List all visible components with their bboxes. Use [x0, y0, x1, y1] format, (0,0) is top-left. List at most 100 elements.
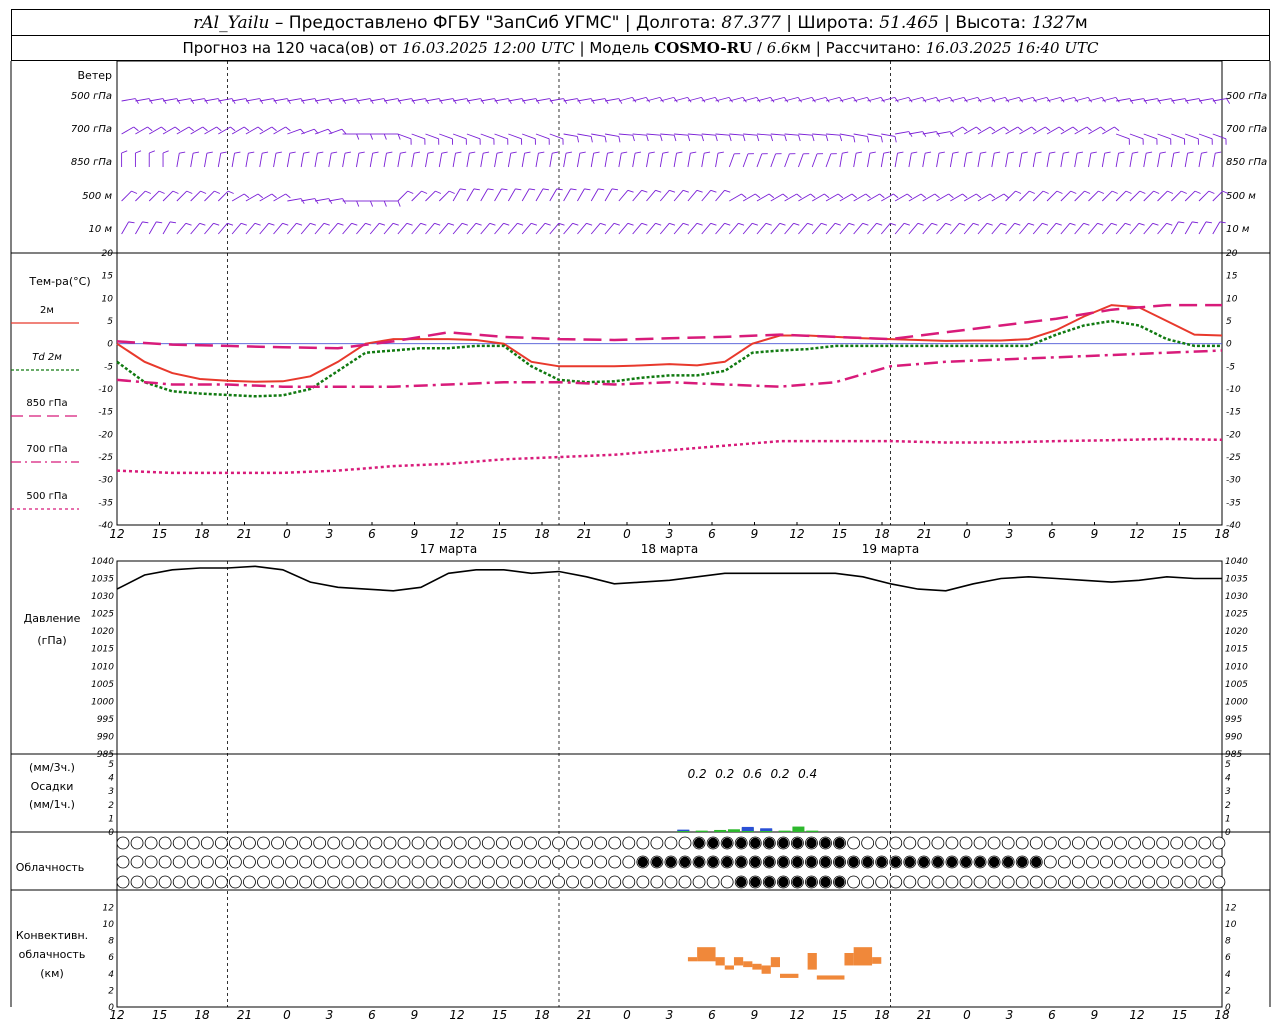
cloud-fill: [890, 856, 901, 868]
wind-barb-feather: [989, 126, 996, 132]
cloud-symbol: [495, 875, 509, 889]
cloud-symbol: [833, 855, 846, 869]
wind-barb: [190, 151, 200, 168]
wind-barb-shaft: [756, 96, 771, 102]
wind-barb: [1018, 151, 1028, 168]
wind-barb-shaft: [1116, 98, 1130, 102]
cloud-circle: [973, 836, 987, 850]
wind-barb: [867, 133, 883, 143]
wind-barb-shaft: [784, 193, 797, 202]
precip-bar-rain: [714, 829, 727, 832]
wind-barb-shaft: [687, 189, 698, 202]
wind-barb-shaft: [231, 153, 235, 168]
wind-barb-shaft: [273, 126, 286, 135]
wind-barb-shaft: [798, 96, 813, 102]
wind-barb: [701, 133, 718, 142]
hour-label-mid: 15: [832, 527, 847, 541]
cloud-circle: [1057, 836, 1071, 850]
wind-barb-shaft: [1157, 222, 1167, 235]
wind-barb-shaft: [314, 153, 318, 168]
wind-barb-feather: [356, 133, 360, 140]
wind-barb: [867, 151, 876, 168]
wind-barb-feather: [1035, 151, 1042, 154]
hour-label-bottom: 3: [666, 1008, 674, 1022]
wind-barb-feather: [400, 151, 407, 154]
cloud-circle: [608, 855, 622, 869]
wind-barb-feather: [717, 151, 724, 154]
cloud-circle: [1128, 875, 1141, 889]
wind-barb-feather: [131, 190, 138, 194]
wind-barb: [521, 222, 537, 235]
wind-barb-feather: [682, 222, 689, 226]
wind-barb-feather: [879, 193, 885, 199]
wind-barb-shaft: [1060, 126, 1074, 135]
wind-barb-shaft: [894, 153, 898, 168]
cloud-symbol: [931, 855, 945, 869]
wind-barb-shaft: [1212, 153, 1216, 168]
cloud-symbol: [1142, 855, 1156, 869]
wind-barb: [590, 222, 607, 235]
wind-barb-shaft: [383, 153, 387, 168]
cloud-circle: [313, 855, 327, 869]
wind-barb: [1060, 190, 1077, 202]
cloud-circle: [1086, 836, 1099, 850]
wind-barb-feather: [704, 151, 711, 154]
wind-barb-feather: [696, 222, 703, 226]
wind-barb-shaft: [770, 96, 785, 102]
pres-ytick-left: 995: [97, 715, 114, 725]
cloud-symbol: [931, 836, 945, 850]
day-label: 19 марта: [862, 542, 919, 556]
wind-barb-feather: [243, 193, 250, 199]
wind-barb-shaft: [770, 193, 784, 202]
wind-barb: [466, 222, 482, 235]
wind-barb-feather: [662, 151, 669, 154]
cloud-circle: [355, 836, 369, 850]
wind-barb: [425, 133, 440, 145]
wind-barb-shaft: [480, 222, 491, 235]
cloud-symbol: [1057, 875, 1071, 889]
cloud-symbol: [172, 855, 186, 869]
wind-barb: [784, 222, 800, 235]
wind-barb-shaft: [1060, 190, 1072, 202]
wind-barb-shaft: [1143, 222, 1154, 235]
cloud-circle: [1142, 836, 1156, 850]
cloud-circle: [257, 855, 270, 869]
wind-barb-feather: [798, 135, 801, 142]
wind-barb-shaft: [826, 133, 841, 136]
wind-barb: [1115, 151, 1125, 168]
cloud-circle: [327, 855, 341, 869]
wind-barb-shaft: [950, 96, 964, 102]
cloud-symbol: [130, 875, 144, 889]
wind-barb-shaft: [259, 222, 270, 235]
wind-barb-shaft: [549, 222, 560, 235]
wind-barb-shaft: [1088, 222, 1098, 235]
cloud-fill: [750, 856, 761, 868]
wind-barb-shaft: [742, 153, 749, 168]
wind-barb-feather: [1152, 222, 1159, 226]
wind-barb: [853, 133, 870, 143]
temp-ytick-right: 10: [1226, 294, 1238, 304]
cloud-circle: [299, 875, 313, 889]
cloud-symbol: [228, 855, 242, 869]
cloud-symbol: [973, 836, 987, 850]
pres-ytick-left: 990: [97, 732, 114, 742]
hour-label-bottom: 12: [789, 1008, 804, 1022]
wind-barb-shaft: [190, 190, 201, 202]
wind-level-label-left: 700 гПа: [71, 124, 112, 135]
wind-barb-feather: [1058, 126, 1065, 132]
cloud-symbol: [355, 875, 369, 889]
cloud-symbol: [510, 875, 523, 889]
cloud-fill: [778, 856, 789, 868]
wind-barb-feather: [1090, 151, 1097, 154]
wind-barb-shaft: [411, 153, 415, 168]
wind-barb-shaft: [425, 190, 436, 202]
wind-barb-feather: [552, 151, 559, 154]
cloud-symbol: [495, 836, 509, 850]
cloud-circle: [341, 855, 355, 869]
wind-barb-shaft: [742, 193, 756, 202]
cloud-symbol: [1128, 836, 1141, 850]
cloud-fill: [693, 856, 705, 868]
conv-ytick-right: 8: [1225, 937, 1231, 947]
cloud-symbol: [636, 836, 650, 850]
wind-barb-shaft: [425, 98, 440, 102]
